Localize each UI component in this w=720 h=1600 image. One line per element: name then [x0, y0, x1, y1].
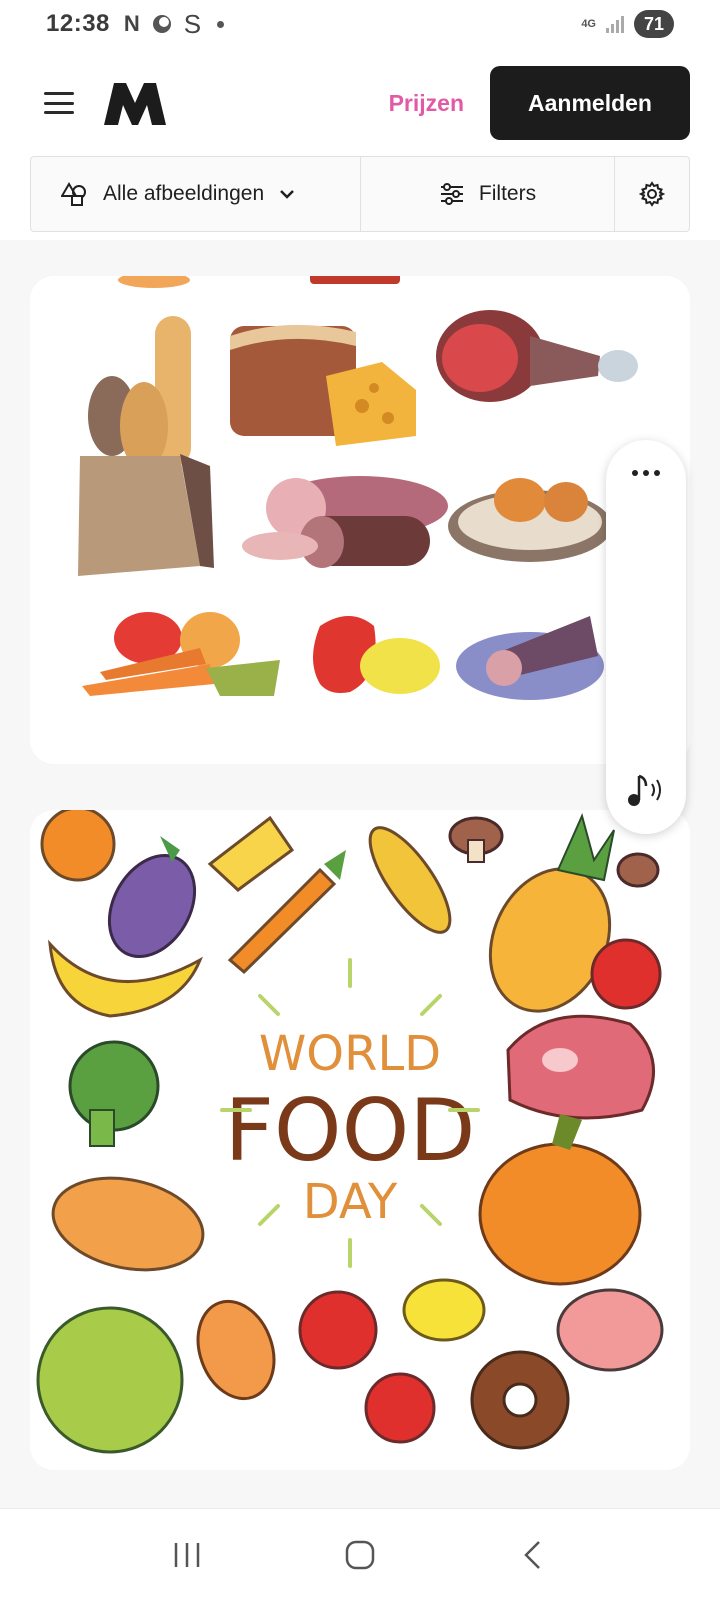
gear-icon — [639, 181, 665, 207]
filters-label: Filters — [478, 182, 537, 205]
back-button[interactable] — [503, 1530, 563, 1580]
status-bar: 12:38 N S 4G 71 — [0, 0, 720, 48]
more-notifications-dot — [217, 20, 225, 28]
system-nav-bar — [0, 1508, 720, 1600]
app-header: Prijzen Aanmelden — [0, 58, 720, 148]
image-type-dropdown[interactable]: Alle afbeeldingen — [31, 157, 361, 231]
chevron-down-icon — [280, 190, 295, 199]
image-type-label: Alle afbeeldingen — [103, 182, 265, 205]
result-image-groceries[interactable] — [30, 276, 690, 764]
more-options-icon[interactable] — [632, 470, 660, 476]
status-notification-icons: N S — [123, 9, 225, 39]
result-image-world-food-day[interactable]: WORLD FOOD DAY — [30, 810, 690, 1470]
network-type-label: 4G — [581, 18, 596, 30]
status-time: 12:38 — [46, 10, 110, 37]
recent-apps-icon — [174, 1542, 199, 1567]
login-button[interactable]: Aanmelden — [490, 66, 690, 140]
m-logo-icon[interactable] — [104, 81, 166, 125]
hamburger-menu-icon[interactable] — [44, 92, 74, 114]
battery-indicator: 71 — [634, 10, 674, 38]
netflix-notification-icon: N — [123, 11, 140, 36]
back-arrow-icon — [524, 1540, 541, 1569]
sliders-icon — [440, 183, 463, 205]
world-title-line1: WORLD — [259, 1026, 441, 1082]
music-sound-icon[interactable] — [624, 770, 668, 810]
groceries-illustration — [78, 276, 638, 700]
settings-button[interactable] — [615, 157, 689, 231]
world-title-line3: DAY — [303, 1174, 398, 1230]
signal-icon — [606, 16, 624, 33]
world-title-line2: FOOD — [224, 1081, 475, 1181]
home-button[interactable] — [330, 1530, 390, 1580]
s-notification-icon: S — [183, 9, 202, 39]
sync-notification-icon — [152, 15, 171, 33]
pricing-link[interactable]: Prijzen — [389, 90, 464, 117]
home-icon — [345, 1540, 375, 1569]
filter-bar: Alle afbeeldingen Filters — [30, 156, 690, 232]
filters-button[interactable]: Filters — [361, 157, 615, 231]
status-right-icons: 4G 71 — [581, 10, 674, 38]
floating-side-widget — [606, 440, 686, 834]
world-food-day-illustration: WORLD FOOD DAY — [36, 810, 664, 1454]
shapes-icon — [61, 182, 86, 206]
recent-apps-button[interactable] — [157, 1530, 217, 1580]
